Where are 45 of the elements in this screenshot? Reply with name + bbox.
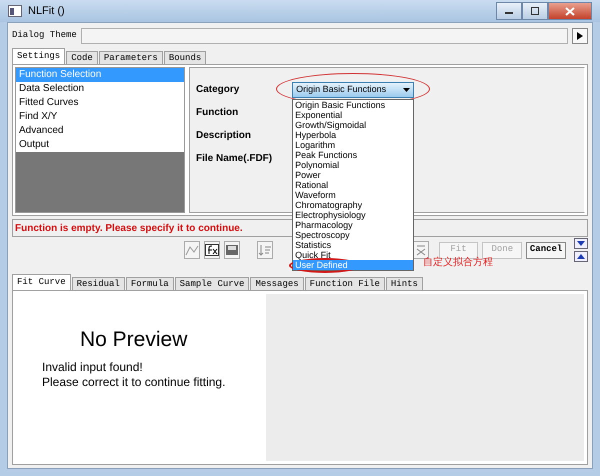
tab[interactable]: Bounds: [164, 51, 206, 64]
dropdown-option[interactable]: Peak Functions: [293, 150, 414, 160]
tab[interactable]: Residual: [72, 277, 125, 290]
tab[interactable]: Function File: [304, 277, 385, 290]
tab[interactable]: Parameters: [98, 51, 163, 64]
dropdown-option[interactable]: Power: [293, 170, 414, 180]
field-label: Category: [196, 83, 240, 97]
dropdown-option[interactable]: Origin Basic Functions: [293, 100, 414, 110]
error-message: Function is empty. Please specify it to continue.: [15, 222, 243, 236]
dropdown-option[interactable]: Statistics: [293, 240, 414, 250]
nav-item[interactable]: Advanced: [16, 124, 184, 138]
tab[interactable]: Fit Curve: [12, 274, 71, 290]
tab[interactable]: Formula: [126, 277, 174, 290]
preview-message: Please correct it to continue fitting.: [42, 375, 226, 390]
dropdown-option[interactable]: Pharmacology: [293, 220, 414, 230]
nav-item[interactable]: Find X/Y: [16, 110, 184, 124]
dropdown-option[interactable]: Hyperbola: [293, 130, 414, 140]
dropdown-option[interactable]: Spectroscopy: [293, 230, 414, 240]
dropdown-option[interactable]: Rational: [293, 180, 414, 190]
nav-item[interactable]: Data Selection: [16, 82, 184, 96]
category-dropdown[interactable]: Origin Basic Functions: [292, 82, 414, 98]
dropdown-option[interactable]: Electrophysiology: [293, 210, 414, 220]
field-label: Description: [196, 129, 252, 143]
dropdown-option[interactable]: Polynomial: [293, 160, 414, 170]
preview-message: Invalid input found!: [42, 360, 144, 375]
tab[interactable]: Settings: [12, 48, 66, 64]
tab[interactable]: Sample Curve: [174, 277, 250, 290]
dialog-button[interactable]: Cancel: [526, 242, 566, 258]
dropdown-option[interactable]: Waveform: [293, 190, 414, 200]
window-title: NLFit (): [28, 4, 65, 19]
tab[interactable]: Messages: [250, 277, 304, 290]
tab[interactable]: Code: [66, 51, 98, 64]
tab[interactable]: Hints: [386, 277, 423, 290]
annotation-text: 自定义拟合方程: [423, 256, 494, 270]
preview-title: No Preview: [80, 328, 188, 352]
dropdown-option[interactable]: Growth/Sigmoidal: [293, 120, 414, 130]
field-label: Function: [196, 106, 240, 120]
nav-item[interactable]: Fitted Curves: [16, 96, 184, 110]
field-label: File Name(.FDF): [196, 152, 272, 166]
dropdown-option[interactable]: Chromatography: [293, 200, 414, 210]
dropdown-option[interactable]: Logarithm: [293, 140, 414, 150]
dropdown-option[interactable]: Quick Fit: [293, 250, 414, 260]
nav-item[interactable]: Output: [16, 138, 184, 152]
theme-label: Dialog Theme: [12, 29, 77, 42]
dropdown-option[interactable]: Exponential: [293, 110, 414, 120]
